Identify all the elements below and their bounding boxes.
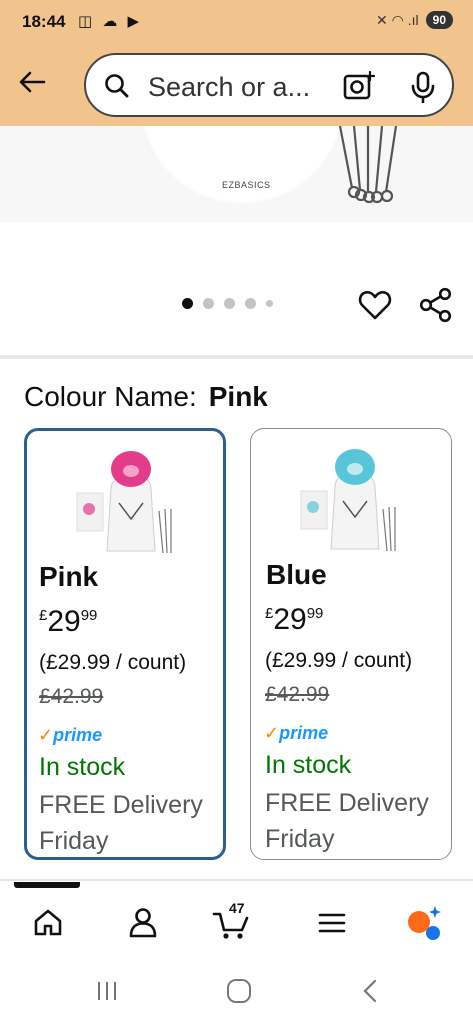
search-icon	[105, 74, 129, 98]
delivery-day: Friday	[39, 827, 109, 855]
extractor-tools-image	[338, 126, 398, 204]
system-back-icon[interactable]	[360, 978, 382, 1004]
carousel-dot[interactable]	[224, 298, 235, 309]
price-fraction: 99	[306, 605, 324, 622]
variant-thumbnail-blue	[300, 449, 396, 552]
active-tab-indicator	[14, 882, 80, 888]
home-button-icon[interactable]	[225, 978, 253, 1004]
image-carousel-indicator	[182, 298, 273, 309]
bottom-nav	[0, 890, 473, 948]
account-icon[interactable]	[123, 902, 163, 942]
delivery-day: Friday	[265, 825, 335, 853]
product-image[interactable]: EZBASICS	[0, 126, 473, 222]
rufus-assistant-icon[interactable]	[403, 902, 443, 942]
status-signal-icons: ✕ ◠ .ıl	[376, 11, 419, 28]
battery-indicator: 90	[425, 11, 453, 29]
back-arrow-icon[interactable]	[16, 66, 48, 98]
price-whole: 29	[47, 605, 81, 638]
microphone-icon[interactable]	[410, 71, 436, 103]
variant-card-pink[interactable]: Pink £2999 (£29.99 / count) £42.99 ✓prim…	[24, 428, 226, 860]
share-icon[interactable]	[418, 287, 454, 323]
delivery-info: FREE Delivery	[265, 789, 429, 817]
home-icon[interactable]	[28, 902, 68, 942]
search-bar[interactable]: Search or a...	[84, 53, 454, 117]
unit-price: (£29.99 / count)	[39, 651, 187, 674]
variant-price: £2999	[39, 605, 97, 639]
camera-search-icon[interactable]	[342, 70, 376, 102]
heart-icon[interactable]	[357, 287, 393, 323]
variant-thumbnail-pink	[76, 451, 172, 554]
price-whole: 29	[273, 603, 307, 636]
variant-name: Pink	[39, 561, 99, 592]
delivery-info: FREE Delivery	[39, 791, 203, 819]
stock-status: In stock	[39, 753, 126, 781]
variation-label-text: Colour Name:	[24, 381, 197, 412]
status-notification-icons: ◫ ☁ ▶	[78, 13, 143, 30]
was-price: £42.99	[265, 683, 330, 706]
carousel-dot[interactable]	[245, 298, 256, 309]
system-navigation-bar	[0, 960, 473, 1024]
cart-count-badge: 47	[229, 900, 245, 916]
product-brand-mark: EZBASICS	[222, 180, 271, 190]
price-fraction: 99	[80, 607, 98, 624]
variant-card-blue[interactable]: Blue £2999 (£29.99 / count) £42.99 ✓prim…	[250, 428, 452, 860]
bottom-nav-separator	[0, 879, 473, 881]
variant-name: Blue	[266, 559, 327, 590]
selected-variation-value: Pink	[208, 381, 268, 412]
facial-steamer-image	[138, 126, 346, 204]
prime-check-icon: ✓	[264, 723, 280, 743]
variant-price: £2999	[265, 603, 323, 637]
carousel-dot[interactable]	[182, 298, 193, 309]
recent-apps-icon[interactable]	[94, 978, 120, 1004]
prime-label: prime	[53, 725, 103, 745]
carousel-dot[interactable]	[266, 300, 273, 307]
app-header: 18:44 ◫ ☁ ▶ ✕ ◠ .ıl 90 Search or a...	[0, 0, 473, 126]
prime-label: prime	[279, 723, 329, 743]
search-input[interactable]: Search or a...	[148, 72, 310, 103]
carousel-dot[interactable]	[203, 298, 214, 309]
status-bar: 18:44 ◫ ☁ ▶ ✕ ◠ .ıl 90	[0, 0, 473, 44]
prime-check-icon: ✓	[38, 725, 54, 745]
prime-badge: ✓prime	[38, 725, 102, 746]
menu-icon[interactable]	[312, 902, 352, 942]
prime-badge: ✓prime	[264, 723, 328, 744]
section-divider	[0, 355, 473, 359]
variation-label: Colour Name: Pink	[24, 381, 268, 413]
was-price: £42.99	[39, 685, 104, 708]
stock-status: In stock	[265, 751, 352, 779]
unit-price: (£29.99 / count)	[265, 649, 413, 672]
status-right-icons: ✕ ◠ .ıl 90	[376, 11, 453, 29]
status-time: 18:44	[22, 12, 66, 31]
